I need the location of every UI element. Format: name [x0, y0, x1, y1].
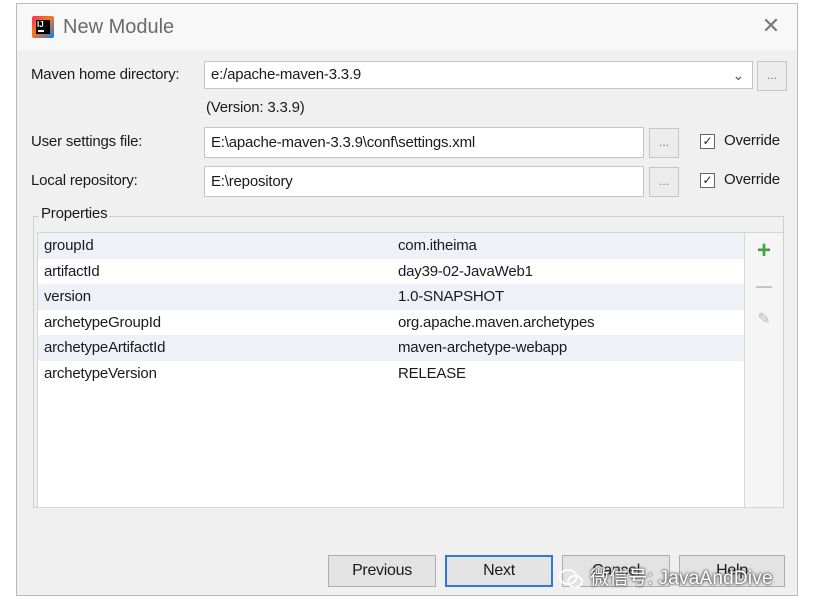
user-settings-label: User settings file: [31, 133, 143, 150]
edit-property-button[interactable]: ✎ [745, 309, 783, 329]
chevron-down-icon[interactable]: ⌄ [732, 62, 744, 88]
table-row[interactable]: artifactId day39-02-JavaWeb1 [38, 259, 744, 285]
table-row[interactable]: version 1.0-SNAPSHOT [38, 284, 744, 310]
property-key: artifactId [44, 262, 100, 280]
local-repo-browse-button[interactable]: ... [649, 167, 679, 197]
user-settings-override-label: Override [724, 132, 780, 149]
property-value: com.itheima [398, 237, 477, 254]
local-repo-field[interactable]: E:\repository [204, 166, 644, 197]
maven-home-browse-button[interactable]: ... [757, 61, 787, 91]
property-value: 1.0-SNAPSHOT [398, 288, 504, 306]
property-value: maven-archetype-webapp [398, 339, 568, 357]
local-repo-override-checkbox[interactable]: ✓ [700, 173, 715, 188]
local-repo-override-label: Override [724, 171, 780, 188]
wechat-watermark: 微信号: JavaAndDive [558, 565, 773, 593]
intellij-idea-icon: IJ [32, 16, 54, 38]
user-settings-override-checkbox[interactable]: ✓ [700, 134, 715, 149]
remove-property-button[interactable] [756, 286, 772, 288]
property-value: RELEASE [398, 364, 466, 382]
property-key: groupId [44, 237, 94, 254]
table-row[interactable]: archetypeArtifactId maven-archetype-weba… [38, 335, 744, 361]
property-key: version [44, 288, 91, 306]
previous-button[interactable]: Previous [328, 555, 436, 587]
watermark-text: 微信号: JavaAndDive [590, 568, 773, 589]
properties-toolbar: + ✎ [745, 232, 783, 508]
properties-table[interactable]: groupId com.itheima artifactId day39-02-… [37, 232, 745, 508]
new-module-dialog: IJ New Module ✕ Maven home directory: e:… [16, 3, 798, 596]
table-row[interactable]: archetypeVersion RELEASE [38, 361, 744, 387]
maven-home-label: Maven home directory: [31, 66, 180, 83]
local-repo-label: Local repository: [31, 172, 138, 189]
maven-home-combobox[interactable]: e:/apache-maven-3.3.9 ⌄ [204, 61, 753, 89]
wechat-icon [558, 569, 583, 589]
properties-label: Properties [39, 205, 110, 222]
maven-version-text: (Version: 3.3.9) [206, 99, 305, 116]
property-key: archetypeVersion [44, 364, 157, 382]
property-key: archetypeGroupId [44, 313, 161, 331]
table-row[interactable]: groupId com.itheima [38, 233, 744, 259]
add-property-button[interactable]: + [745, 237, 783, 265]
title-bar: IJ New Module ✕ [17, 4, 797, 50]
close-button[interactable]: ✕ [759, 14, 783, 38]
property-value: org.apache.maven.archetypes [398, 313, 595, 331]
table-row[interactable]: archetypeGroupId org.apache.maven.archet… [38, 310, 744, 336]
property-key: archetypeArtifactId [44, 339, 166, 357]
next-button[interactable]: Next [445, 555, 553, 587]
dialog-title: New Module [63, 16, 175, 38]
property-value: day39-02-JavaWeb1 [398, 262, 533, 280]
user-settings-field[interactable]: E:\apache-maven-3.3.9\conf\settings.xml [204, 127, 644, 158]
maven-home-value: e:/apache-maven-3.3.9 [211, 66, 362, 83]
user-settings-browse-button[interactable]: ... [649, 128, 679, 158]
